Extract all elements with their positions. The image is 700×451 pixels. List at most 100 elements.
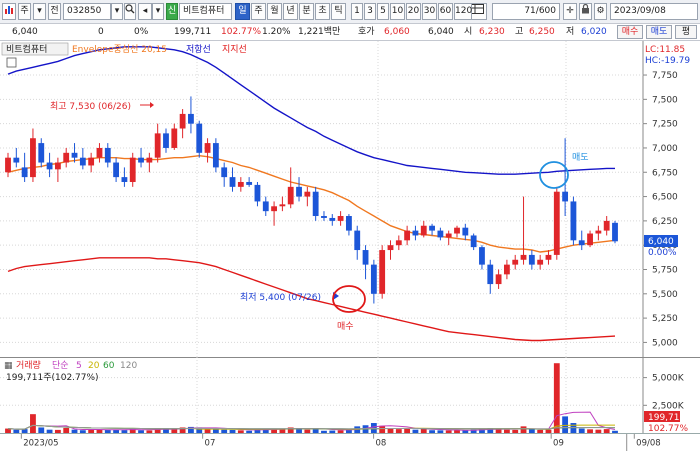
credit-badge: 신 [166, 3, 178, 20]
prev-stock-icon[interactable]: ◂ [138, 3, 152, 20]
period-tab-4[interactable]: 분 [299, 3, 314, 20]
candle-body [370, 264, 377, 294]
volume-ratio: 102.77% [221, 27, 262, 37]
candle-body [287, 186, 294, 205]
count-total: /600 [535, 6, 556, 16]
volume-ma-label: 단순 [52, 360, 69, 371]
candle-body [520, 254, 527, 260]
grid-icon-small[interactable]: ▦ [4, 361, 13, 371]
candle-body [104, 147, 111, 163]
interval-button-3[interactable]: 3 [364, 3, 376, 20]
lock-icon[interactable] [579, 3, 592, 20]
candle-body [237, 181, 244, 187]
candle-body [304, 191, 311, 197]
volume-legend-label: 거래량 [16, 359, 41, 371]
volume-bar [562, 416, 569, 433]
x-tick-label: 09 [553, 438, 564, 448]
low-price: 6,020 [581, 27, 607, 37]
crosshair-icon[interactable]: ✛ [563, 3, 577, 20]
chart-type-icon[interactable] [2, 3, 16, 20]
volume-bar [520, 426, 527, 433]
candle-body [462, 227, 469, 236]
interval-button-5[interactable]: 5 [377, 3, 389, 20]
evaluate-button[interactable]: 평 [675, 25, 697, 39]
legend-stock-name: 비트컴퓨터 [6, 43, 47, 55]
code-mode-button[interactable]: 전 [48, 3, 61, 20]
candle-body [229, 177, 236, 187]
candle-body [146, 157, 153, 163]
volume-ma1: 5 [76, 361, 82, 371]
date-input[interactable]: 2023/09/08 [610, 3, 698, 20]
interval-button-60[interactable]: 60 [438, 3, 453, 20]
buy-button[interactable]: 매수 [617, 25, 643, 39]
open-price: 6,230 [479, 27, 505, 37]
sell-button[interactable]: 매도 [646, 25, 672, 39]
search-icon[interactable] [124, 3, 136, 20]
price-info-bar: 6,040 0 0% 199,711 102.77% 1.20% 1,221백만… [0, 24, 700, 41]
candle-body [412, 230, 419, 236]
candle-body [79, 157, 86, 166]
candle-body [171, 128, 178, 148]
candle-body [63, 152, 70, 163]
candle-body [362, 250, 369, 265]
dropdown-arrow-icon[interactable]: ▾ [33, 3, 46, 20]
interval-button-1[interactable]: 1 [351, 3, 363, 20]
interval-button-30[interactable]: 30 [422, 3, 437, 20]
candle-body [138, 157, 144, 163]
candle-body [578, 240, 585, 246]
stock-code-input[interactable]: 032850 [63, 3, 111, 20]
grid-toggle-icon[interactable] [6, 57, 17, 68]
legend-support: 지지선 [222, 44, 247, 55]
period-tab-2[interactable]: 월 [267, 3, 282, 20]
gear-icon[interactable]: ⚙ [594, 3, 607, 20]
candle-body [587, 233, 593, 246]
candle-body [354, 230, 361, 251]
candle-body [188, 113, 194, 124]
candle-body [329, 217, 336, 221]
candle-body [395, 240, 402, 246]
price-tick-label: 5,000 [652, 338, 678, 348]
interval-button-120[interactable]: 120 [454, 3, 472, 20]
candle-body [5, 157, 11, 173]
interval-button-10[interactable]: 10 [390, 3, 405, 20]
x-tick-label: 08 [376, 438, 387, 448]
period-tab-3[interactable]: 년 [283, 3, 298, 20]
annotation-buy: 매수 [337, 321, 354, 332]
code-dropdown-icon[interactable]: ▾ [111, 3, 123, 20]
candle-body [512, 259, 519, 265]
period-tab-1[interactable]: 주 [251, 3, 266, 20]
price-tick-label: 5,500 [652, 290, 678, 300]
period-tab-6[interactable]: 틱 [331, 3, 346, 20]
volume-chart[interactable]: ▦ 거래량 단순 5 20 60 120 199,711주(102.77%) 5… [0, 357, 700, 433]
ask-label: 호가 [358, 27, 375, 37]
volume-bar [379, 425, 386, 433]
volume-bar [370, 423, 377, 433]
count-input[interactable]: 71/600 [492, 3, 560, 20]
candle-body [129, 157, 136, 182]
candle-body [487, 264, 494, 285]
volume-value: 199,711 [174, 27, 212, 37]
open-label: 시 [464, 27, 473, 37]
candle-body [562, 191, 569, 202]
price-change: 0 [98, 27, 104, 37]
time-axis: 2023/05 07 08 09 09/08 [0, 433, 700, 451]
stock-list-dropdown-icon[interactable]: ▾ [152, 3, 164, 20]
code-prefix-button[interactable]: 주 [18, 3, 31, 20]
ask-price: 6,060 [384, 27, 410, 37]
x-tick-label: 07 [205, 438, 216, 448]
period-tab-5[interactable]: 초 [315, 3, 330, 20]
candle-body [296, 186, 302, 197]
candle-body [404, 230, 411, 241]
candle-body [321, 216, 327, 218]
candle-body [603, 220, 610, 231]
candle-body [495, 274, 502, 285]
price-tick-label: 7,500 [652, 95, 678, 105]
price-chart[interactable]: 7,7507,5007,2507,0006,7506,5006,2506,000… [0, 41, 700, 357]
volume-ma3: 60 [103, 361, 115, 371]
candle-body [254, 184, 261, 202]
volume-tick-label: 2,500K [652, 401, 685, 411]
period-tab-0[interactable]: 일 [235, 3, 250, 20]
candle-body [13, 157, 20, 163]
interval-button-20[interactable]: 20 [406, 3, 421, 20]
legend-resistance: 저항선 [186, 44, 211, 55]
